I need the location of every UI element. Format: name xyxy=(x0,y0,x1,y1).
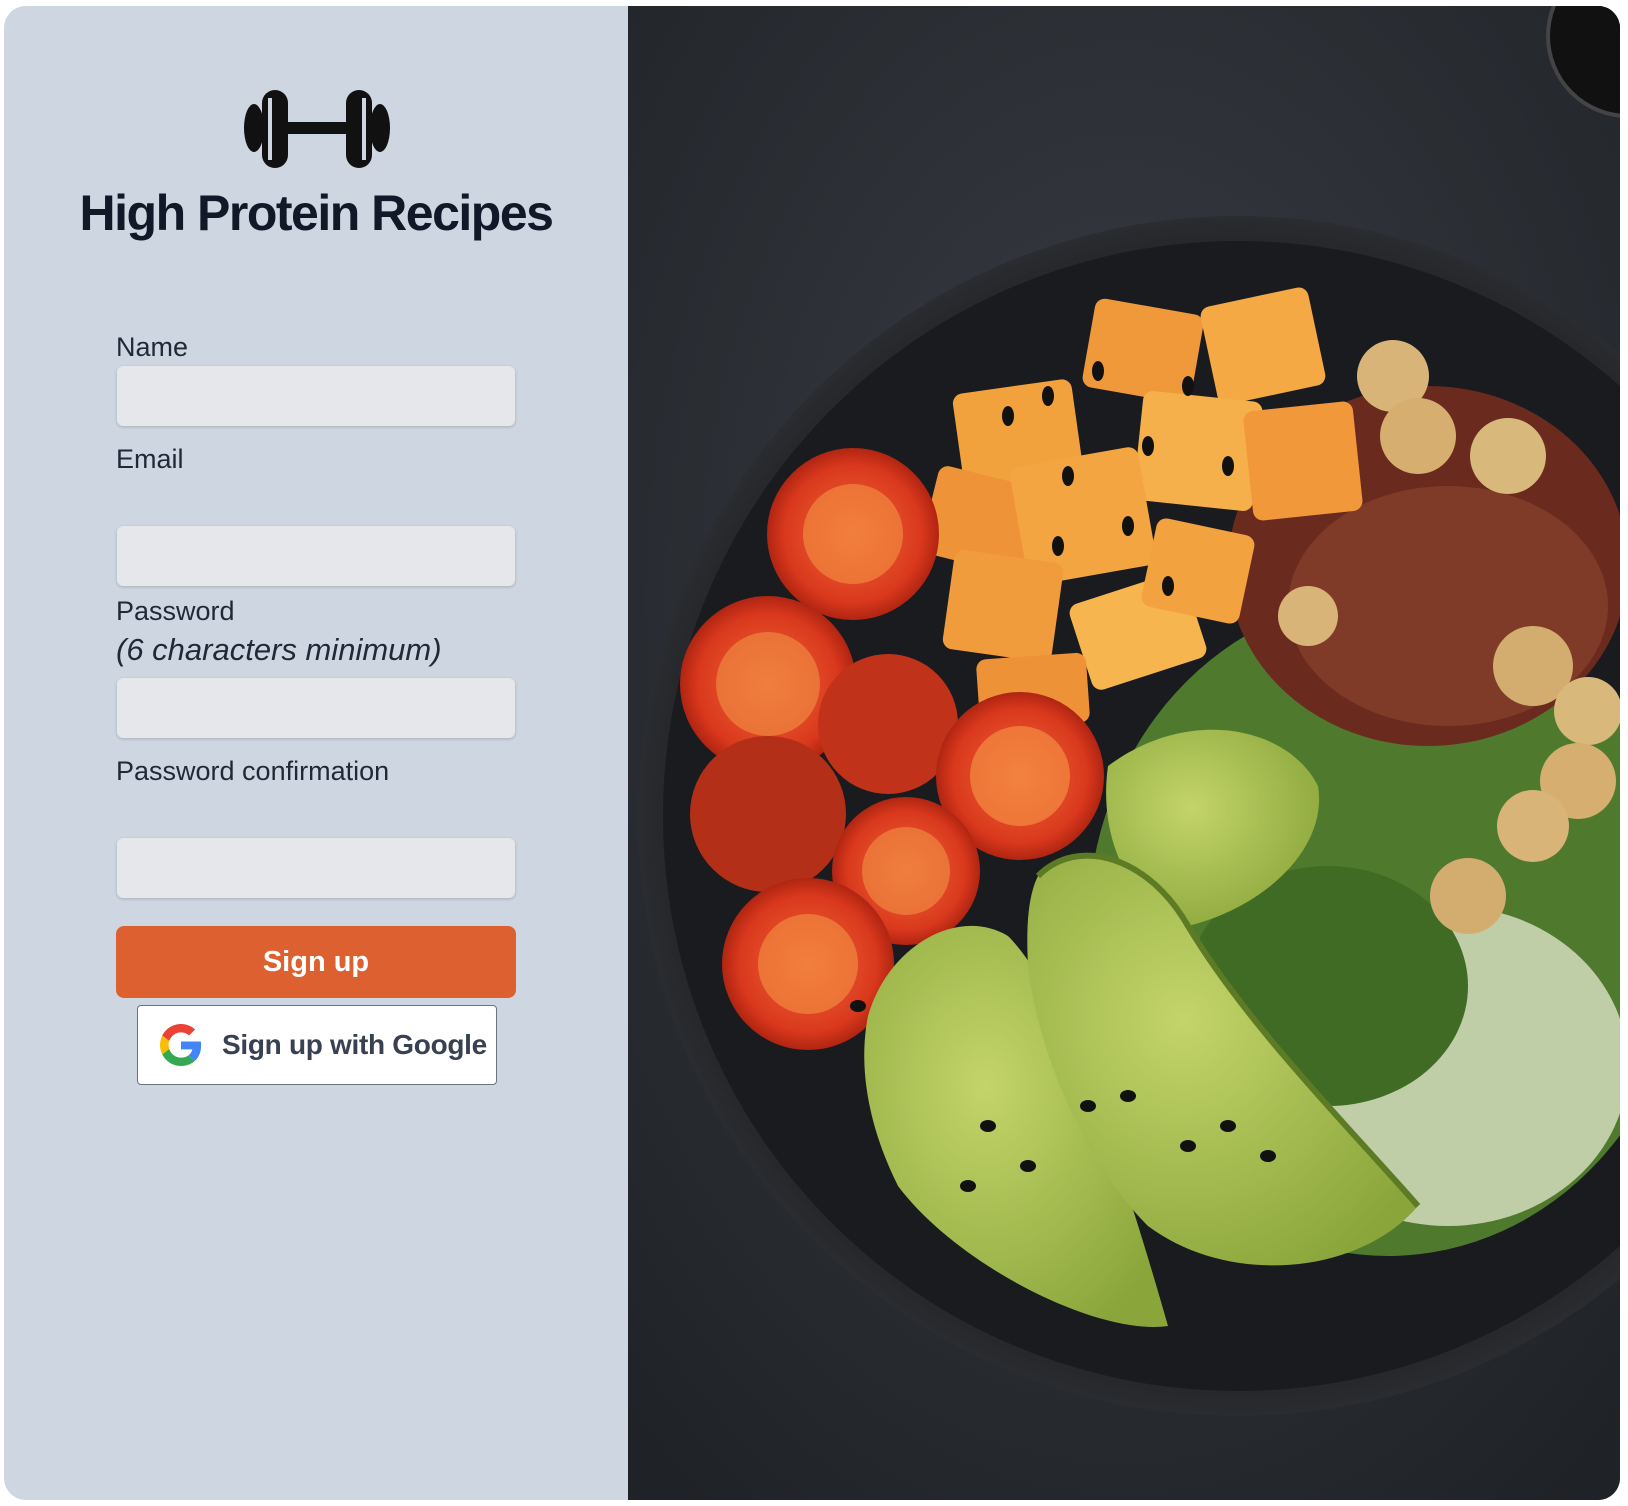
name-input[interactable] xyxy=(117,366,515,426)
salad-bowl-illustration xyxy=(628,6,1620,1500)
signup-page: High Protein Recipes Name Email Password… xyxy=(4,6,1620,1500)
salad-bowl-photo xyxy=(628,6,1620,1500)
google-sign-up-label: Sign up with Google xyxy=(222,1029,487,1060)
password-confirmation-label: Password confirmation xyxy=(116,756,390,786)
google-sign-up-button[interactable]: Sign up with Google xyxy=(137,1005,497,1085)
email-label: Email xyxy=(116,444,184,474)
password-label: Password xyxy=(116,596,235,626)
password-hint: (6 characters minimum) xyxy=(116,632,442,667)
signup-panel: High Protein Recipes Name Email Password… xyxy=(4,6,628,1500)
password-input[interactable] xyxy=(117,678,515,738)
password-confirmation-input[interactable] xyxy=(117,838,515,898)
google-g-icon xyxy=(160,1024,202,1066)
email-input[interactable] xyxy=(117,526,515,586)
sign-up-button[interactable]: Sign up xyxy=(116,926,516,998)
app-title: High Protein Recipes xyxy=(79,185,554,241)
name-label: Name xyxy=(116,332,189,362)
dumbbell-icon xyxy=(244,90,390,168)
